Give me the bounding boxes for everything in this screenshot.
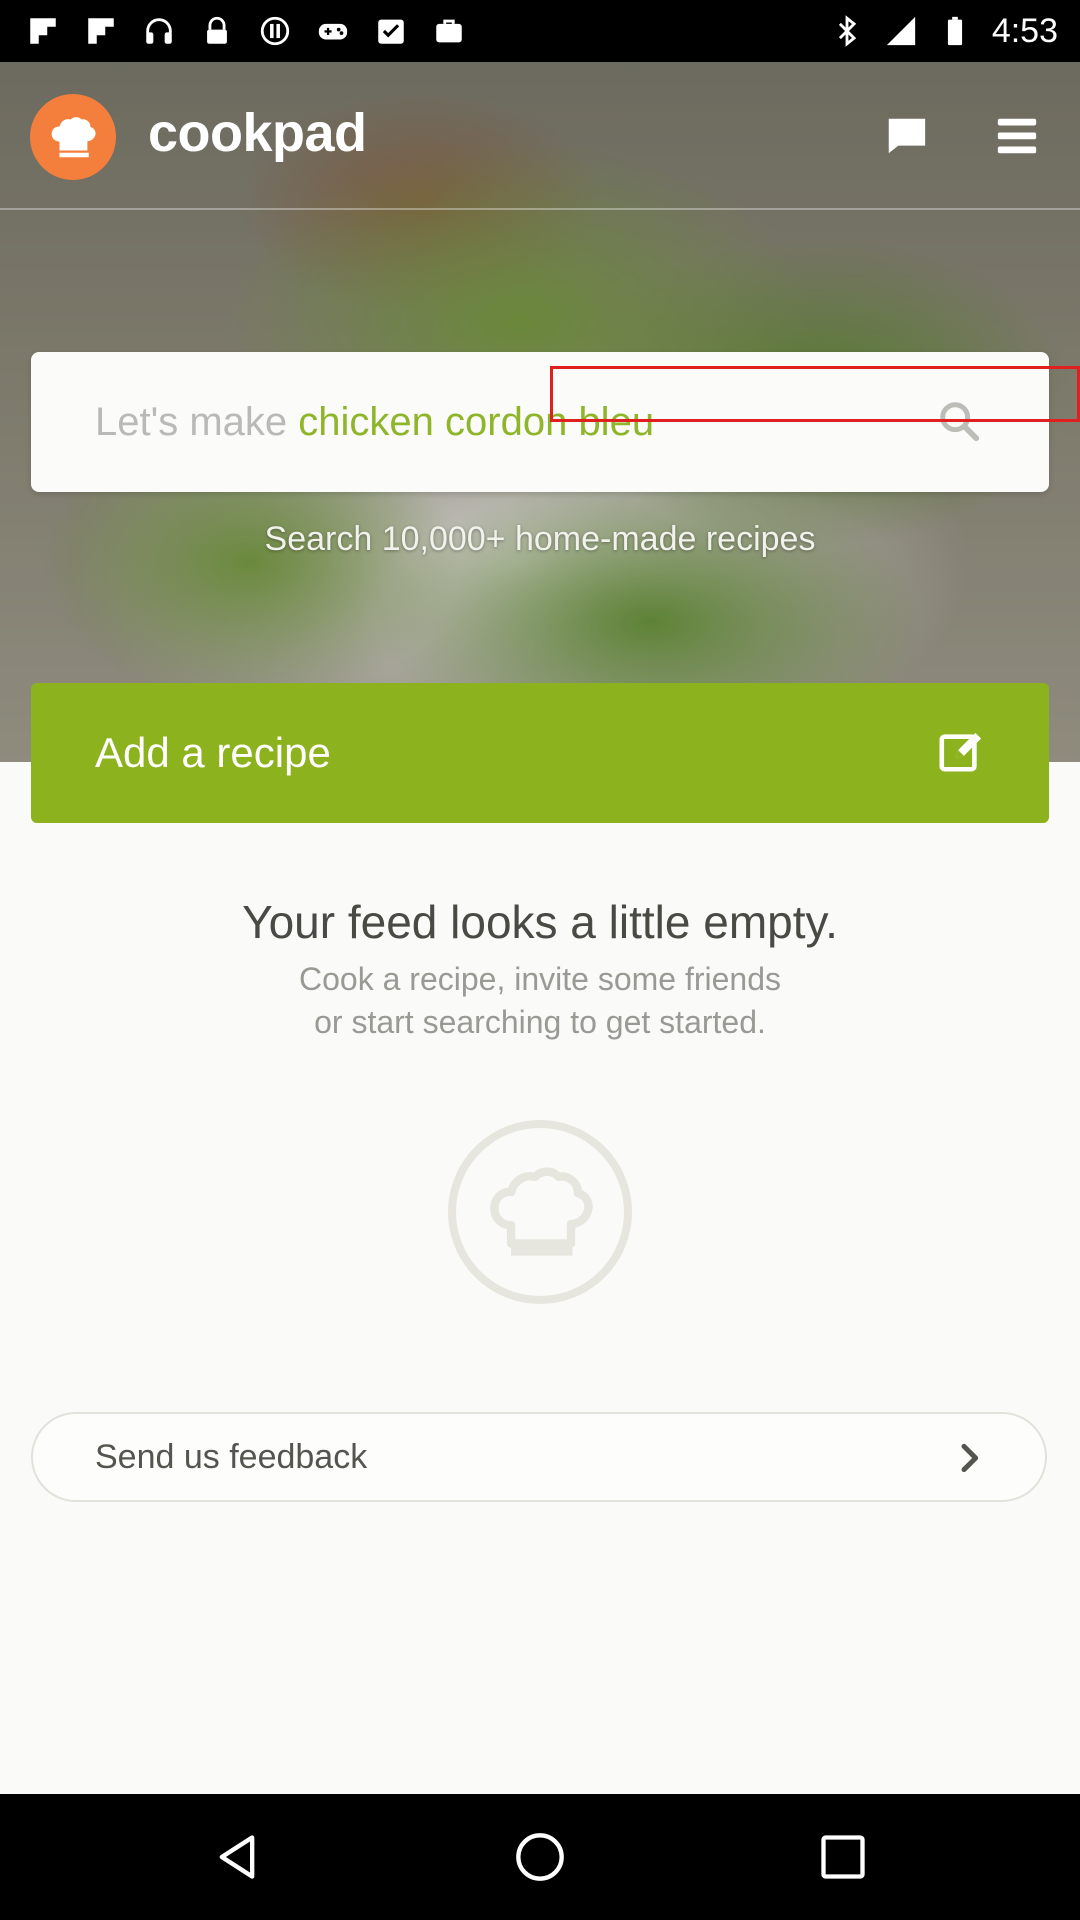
block-icon <box>258 14 292 48</box>
system-icons: 4:53 <box>830 12 1058 51</box>
highlight-box <box>550 366 1080 422</box>
status-time: 4:53 <box>991 11 1058 50</box>
chat-icon[interactable] <box>880 110 932 162</box>
add-recipe-button[interactable]: Add a recipe <box>31 683 1049 823</box>
headset-icon <box>142 14 176 48</box>
battery-icon <box>938 14 972 48</box>
app-header: cookpad <box>0 62 1080 210</box>
menu-icon[interactable] <box>990 110 1044 162</box>
back-icon[interactable] <box>204 1824 270 1890</box>
search-placeholder-prefix: Let's make <box>95 400 299 444</box>
flipboard-icon <box>26 14 60 48</box>
chef-hat-icon <box>448 1120 632 1304</box>
feed-subtitle-line-1: Cook a recipe, invite some friends <box>299 961 781 997</box>
gamepad-icon <box>316 14 350 48</box>
signal-icon <box>884 14 918 48</box>
recents-icon[interactable] <box>810 1824 876 1890</box>
lock-icon <box>200 14 234 48</box>
bag-icon <box>432 14 466 48</box>
feed-empty-title: Your feed looks a little empty. <box>242 896 838 948</box>
feed-empty-subtitle: Cook a recipe, invite some friends or st… <box>0 958 1080 1044</box>
navigation-bar <box>0 1794 1080 1920</box>
send-feedback-button[interactable]: Send us feedback <box>31 1412 1047 1502</box>
app-name: cookpad <box>148 103 367 163</box>
add-recipe-label: Add a recipe <box>95 729 331 776</box>
send-feedback-label: Send us feedback <box>95 1438 368 1476</box>
chef-hat-logo-icon[interactable] <box>30 94 116 180</box>
checklist-icon <box>374 14 408 48</box>
feed-subtitle-line-2: or start searching to get started. <box>314 1004 766 1040</box>
chevron-right-icon <box>961 1443 979 1473</box>
bluetooth-icon <box>830 14 864 48</box>
home-icon[interactable] <box>507 1824 573 1890</box>
status-bar: 4:53 <box>0 0 1080 62</box>
search-subtitle: Search 10,000+ home-made recipes <box>264 520 816 558</box>
edit-icon <box>939 732 982 772</box>
flipboard-icon <box>84 14 118 48</box>
notification-icons <box>26 14 466 48</box>
